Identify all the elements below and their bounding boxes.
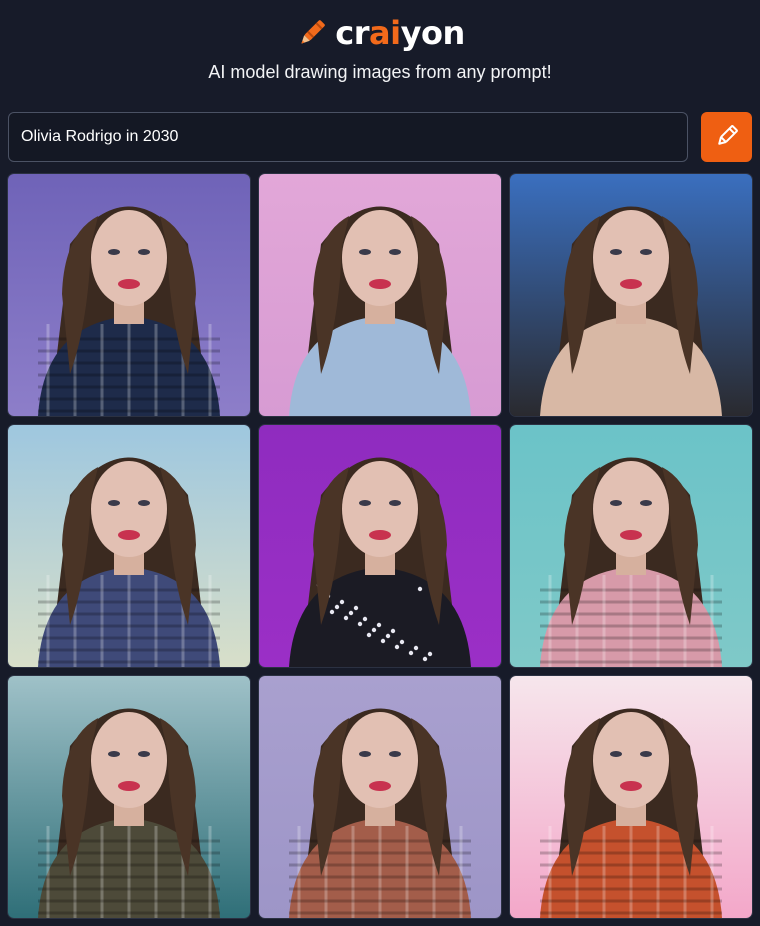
result-image-2[interactable] [259,174,501,416]
portrait-image [510,676,752,918]
craiyon-logo[interactable]: craiyon [295,14,465,52]
prompt-row [8,112,752,162]
header: craiyon [0,8,760,58]
portrait-image [8,425,250,667]
result-image-8[interactable] [259,676,501,918]
portrait-image [259,676,501,918]
tagline: AI model drawing images from any prompt! [208,62,552,82]
result-image-4[interactable] [8,425,250,667]
result-image-9[interactable] [510,676,752,918]
portrait-image [510,425,752,667]
result-image-7[interactable] [8,676,250,918]
logo-wordmark: craiyon [335,14,465,52]
portrait-image [259,174,501,416]
result-image-6[interactable] [510,425,752,667]
crayon-pencil-icon [295,16,329,50]
draw-button[interactable] [701,112,752,162]
portrait-image [8,676,250,918]
prompt-input[interactable] [8,112,688,162]
portrait-image [259,425,501,667]
results-grid [8,174,752,918]
pencil-icon [714,123,740,152]
portrait-image [8,174,250,416]
portrait-image [510,174,752,416]
result-image-5[interactable] [259,425,501,667]
result-image-1[interactable] [8,174,250,416]
result-image-3[interactable] [510,174,752,416]
